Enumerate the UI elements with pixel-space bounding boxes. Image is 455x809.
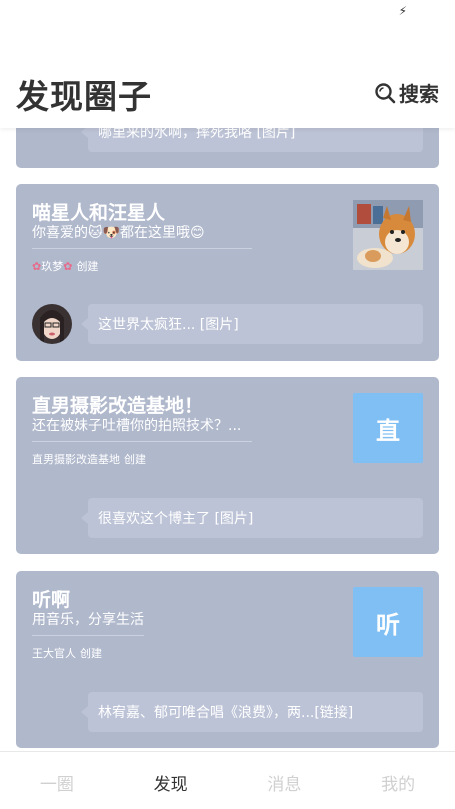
circle-description: 用音乐，分享生活	[32, 612, 144, 628]
creator-name: 直男摄影改造基地	[32, 453, 120, 466]
latest-post-bubble[interactable]: 很喜欢这个博主了 [图片]	[81, 498, 423, 538]
tab-discover[interactable]: 发现	[114, 752, 228, 809]
smile-emoji: 😊	[190, 225, 205, 241]
cat-dog-emoji: 🐱🐶	[88, 225, 121, 241]
flower-icon: ✿	[63, 259, 73, 273]
circle-thumbnail[interactable]	[353, 200, 423, 270]
latest-post-bubble[interactable]: 这世界太疯狂... [图片]	[81, 304, 423, 344]
bottom-tab-bar: 一圈 发现 消息 我的	[0, 751, 455, 809]
circle-creator: ✿ 玖梦 ✿ 创建	[32, 258, 98, 274]
page-header: 发现圈子 搜索	[0, 60, 455, 128]
circle-title: 喵星人和汪星人	[32, 202, 166, 224]
circle-description: 还在被妹子吐槽你的拍照技术？...	[32, 418, 242, 434]
circle-title: 听啊	[32, 589, 71, 611]
divider	[32, 635, 144, 636]
avatar-image	[32, 304, 72, 344]
created-label: 创建	[76, 260, 99, 273]
circle-creator: 直男摄影改造基地 创建	[32, 451, 146, 467]
divider	[32, 248, 252, 249]
tab-mine[interactable]: 我的	[341, 752, 455, 809]
circle-creator: 王大官人 创建	[32, 645, 102, 661]
divider	[32, 441, 252, 442]
creator-name: 玖梦	[41, 260, 64, 273]
search-button[interactable]: 搜索	[374, 78, 439, 107]
created-label: 创建	[124, 453, 146, 466]
circle-card[interactable]: 喵星人和汪星人 你喜爱的🐱🐶都在这里哦😊 ✿ 玖梦 ✿ 创建 这世界太疯狂...…	[16, 184, 439, 361]
circle-card[interactable]: 听啊 用音乐，分享生活 王大官人 创建 听 林宥嘉、郁可唯合唱《浪费》，两...…	[16, 571, 439, 748]
created-label: 创建	[80, 647, 102, 660]
dog-cat-photo	[353, 200, 423, 270]
tab-yiquan[interactable]: 一圈	[0, 752, 114, 809]
circle-thumbnail[interactable]: 听	[353, 587, 423, 657]
page-title: 发现圈子	[16, 77, 152, 116]
poster-avatar[interactable]	[32, 304, 72, 344]
circle-title: 直男摄影改造基地！	[32, 395, 204, 417]
search-label: 搜索	[399, 82, 439, 106]
desc-text: 都在这里哦	[120, 225, 191, 241]
flower-icon: ✿	[32, 259, 42, 273]
circle-description: 你喜爱的🐱🐶都在这里哦😊	[32, 222, 205, 242]
tab-messages[interactable]: 消息	[228, 752, 342, 809]
search-icon	[375, 82, 396, 103]
desc-text: 你喜爱的	[32, 225, 88, 241]
circle-card[interactable]: 直男摄影改造基地！ 还在被妹子吐槽你的拍照技术？... 直男摄影改造基地 创建 …	[16, 377, 439, 554]
creator-name: 王大官人	[32, 647, 76, 660]
circle-thumbnail[interactable]: 直	[353, 393, 423, 463]
latest-post-bubble[interactable]: 林宥嘉、郁可唯合唱《浪费》，两...[链接]	[81, 692, 423, 732]
